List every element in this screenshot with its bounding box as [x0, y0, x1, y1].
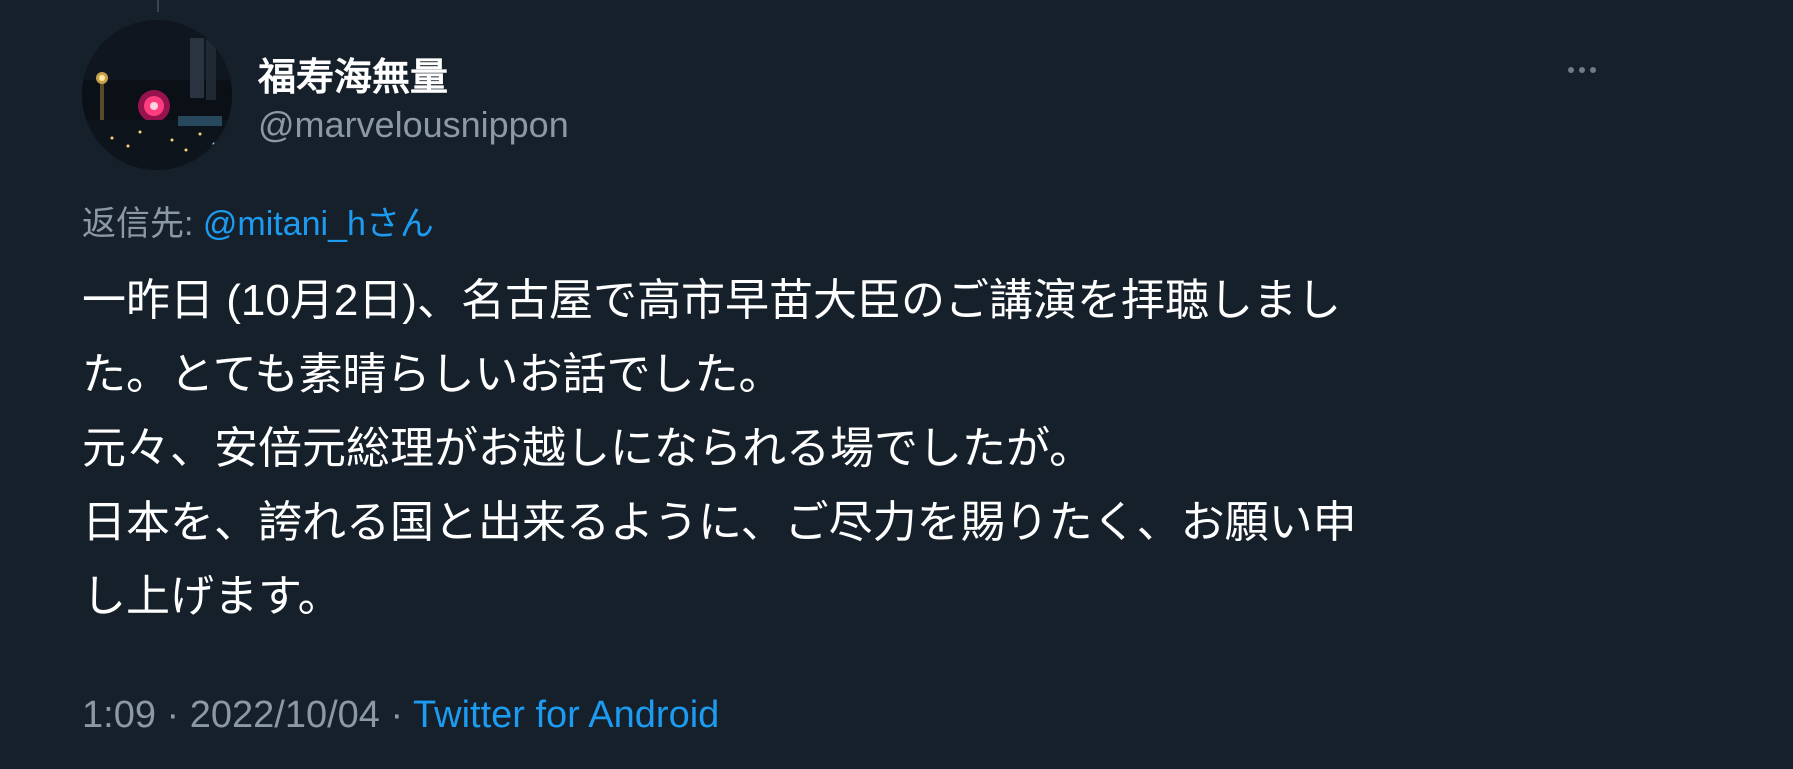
author-display-name[interactable]: 福寿海無量 — [258, 46, 448, 101]
tweet-source-link[interactable]: Twitter for Android — [413, 694, 719, 736]
reply-to-suffix: さん — [365, 205, 434, 243]
thread-connector-line — [157, 0, 159, 12]
meta-separator: · — [379, 694, 414, 736]
reply-to-prefix: 返信先: — [82, 205, 203, 243]
tweet-date[interactable]: 2022/10/04 — [190, 694, 380, 736]
author-handle[interactable]: @marvelousnippon — [258, 104, 569, 146]
tweet-text-line: 元々、安倍元総理がお越しになられる場でしたが。 — [82, 424, 1094, 473]
meta-separator: · — [155, 694, 190, 736]
avatar-night-cityscape-icon — [82, 20, 232, 170]
more-options-button[interactable] — [1560, 56, 1604, 84]
tweet-text-line: 日本を、誇れる国と出来るように、ご尽力を賜りたく、お願い申 — [82, 498, 1357, 547]
tweet-body: 一昨日 (10月2日)、名古屋で高市早苗大臣のご講演を拝聴しまし た。とても素晴… — [82, 264, 1622, 634]
tweet-text-line: し上げます。 — [82, 572, 342, 621]
tweet-text-line: 一昨日 (10月2日)、名古屋で高市早苗大臣のご講演を拝聴しまし — [82, 276, 1341, 325]
tweet-text-line: た。とても素晴らしいお話でした。 — [82, 350, 783, 399]
more-dots-icon — [1568, 67, 1596, 73]
reply-to-line: 返信先: @mitani_hさん — [82, 196, 434, 245]
tweet-meta: 1:09 · 2022/10/04 · Twitter for Android — [82, 694, 719, 737]
author-avatar[interactable] — [82, 20, 232, 170]
tweet-time[interactable]: 1:09 — [82, 694, 156, 736]
reply-to-mention-link[interactable]: @mitani_h — [203, 205, 366, 243]
